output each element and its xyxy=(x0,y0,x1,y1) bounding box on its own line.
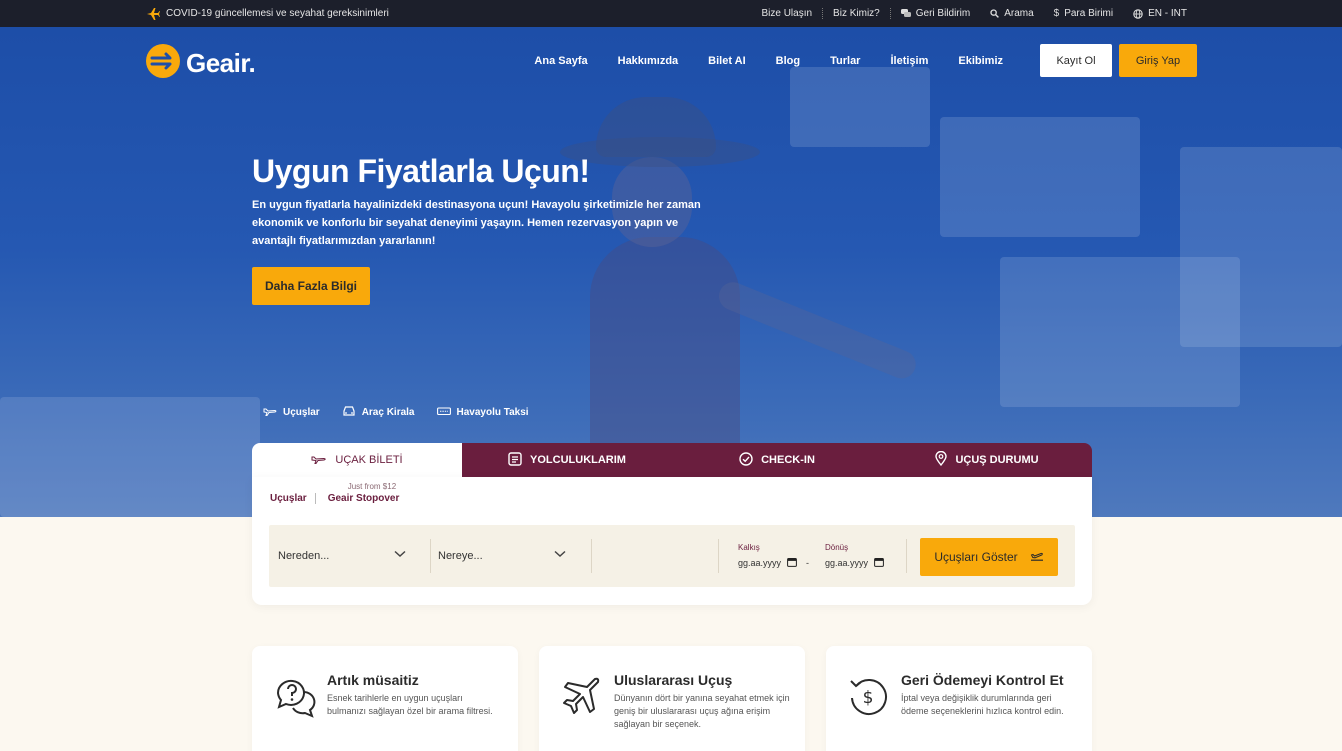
login-button[interactable]: Giriş Yap xyxy=(1119,44,1197,77)
stopover-price-note: Just from $12 xyxy=(347,482,397,491)
logo-icon xyxy=(146,44,180,83)
nav-ticket-ai[interactable]: Bilet AI xyxy=(693,54,761,68)
globe-icon xyxy=(1133,8,1143,19)
hero-title: Uygun Fiyatlarla Uçun! xyxy=(252,153,590,189)
svg-text:$: $ xyxy=(863,688,874,708)
hero-person-hat xyxy=(596,97,716,157)
subtab-stopover[interactable]: Just from $12 Geair Stopover xyxy=(316,482,400,504)
flight-search-row: Nereden... Nereye... Kalkış gg.aa.yyyy -… xyxy=(269,525,1075,587)
background-building xyxy=(1180,147,1342,347)
from-select[interactable]: Nereden... xyxy=(278,539,406,573)
brand-name: Geair. xyxy=(186,48,256,78)
tab-check-in[interactable]: CHECK-IN xyxy=(672,443,882,477)
background-building xyxy=(940,117,1140,237)
check-circle-icon xyxy=(739,451,753,469)
refund-icon: $ xyxy=(848,676,888,721)
feature-card-international[interactable]: Uluslararası Uçuş Dünyanın dört bir yanı… xyxy=(539,646,805,751)
return-label: Dönüş xyxy=(825,543,849,552)
show-flights-button[interactable]: Uçuşları Göster xyxy=(920,538,1058,576)
calendar-icon[interactable] xyxy=(874,557,884,569)
travel-modes: Uçuşlar Araç Kirala Havayolu Taksi xyxy=(263,405,529,420)
airplane-icon xyxy=(561,676,601,721)
nav-team[interactable]: Ekibimiz xyxy=(943,54,1018,68)
divider xyxy=(906,539,907,573)
nav-about[interactable]: Hakkımızda xyxy=(603,54,694,68)
takeoff-icon xyxy=(1030,550,1044,564)
return-date-input[interactable]: gg.aa.yyyy xyxy=(825,557,884,569)
feedback-link[interactable]: Geri Bildirim xyxy=(891,8,980,19)
nav-blog[interactable]: Blog xyxy=(761,54,815,68)
to-placeholder: Nereye... xyxy=(438,550,483,562)
hero-description: En uygun fiyatlarla hayalinizdeki destin… xyxy=(252,199,701,247)
main-nav: Ana Sayfa Hakkımızda Bilet AI Blog Turla… xyxy=(519,54,1018,68)
brand-logo[interactable]: Geair. xyxy=(146,44,256,83)
calendar-icon[interactable] xyxy=(787,557,797,569)
covid-notice-text: COVID-19 güncellemesi ve seyahat gereksi… xyxy=(166,8,389,19)
background-building xyxy=(790,67,930,147)
nav-tours[interactable]: Turlar xyxy=(815,54,875,68)
search-link[interactable]: Arama xyxy=(980,8,1043,19)
taxi-icon xyxy=(436,406,451,419)
tab-flight-status[interactable]: UÇUŞ DURUMU xyxy=(882,443,1092,477)
covid-notice[interactable]: COVID-19 güncellemesi ve seyahat gereksi… xyxy=(146,0,389,27)
depart-date-input[interactable]: gg.aa.yyyy xyxy=(738,557,797,569)
top-bar: COVID-19 güncellemesi ve seyahat gereksi… xyxy=(0,0,1342,27)
search-icon xyxy=(990,9,1000,18)
contact-link[interactable]: Bize Ulaşın xyxy=(751,8,822,19)
feature-title: Artık müsaitiz xyxy=(327,672,419,688)
booking-tabs: UÇAK BİLETİ YOLCULUKLARIM CHECK-IN UÇUŞ … xyxy=(252,443,1092,477)
subtab-flights[interactable]: Uçuşlar xyxy=(270,493,316,504)
feature-title: Geri Ödemeyi Kontrol Et xyxy=(901,672,1064,688)
depart-label: Kalkış xyxy=(738,543,760,552)
plane-icon xyxy=(146,7,160,20)
feature-title: Uluslararası Uçuş xyxy=(614,672,733,688)
chevron-down-icon xyxy=(394,549,406,561)
feature-card-available[interactable]: Artık müsaitiz Esnek tarihlerle en uygun… xyxy=(252,646,518,751)
mode-car-rental[interactable]: Araç Kirala xyxy=(342,405,415,420)
to-select[interactable]: Nereye... xyxy=(438,539,566,573)
divider xyxy=(591,539,592,573)
list-icon xyxy=(508,451,522,469)
tab-flight-ticket[interactable]: UÇAK BİLETİ xyxy=(252,443,462,477)
learn-more-button[interactable]: Daha Fazla Bilgi xyxy=(252,267,370,305)
plane-icon xyxy=(311,454,327,467)
car-icon xyxy=(342,405,356,420)
chat-icon xyxy=(900,9,911,18)
chevron-down-icon xyxy=(554,549,566,561)
booking-subtabs: Uçuşlar Just from $12 Geair Stopover xyxy=(270,482,400,504)
background-building xyxy=(0,397,260,517)
about-link[interactable]: Biz Kimiz? xyxy=(823,8,890,19)
currency-link[interactable]: $ Para Birimi xyxy=(1044,8,1123,19)
register-button[interactable]: Kayıt Ol xyxy=(1040,44,1112,77)
nav-home[interactable]: Ana Sayfa xyxy=(519,54,602,68)
feature-description: İptal veya değişiklik durumlarında geri … xyxy=(901,693,1064,716)
dollar-icon: $ xyxy=(1053,8,1060,19)
tab-my-trips[interactable]: YOLCULUKLARIM xyxy=(462,443,672,477)
divider xyxy=(718,539,719,573)
feature-description: Dünyanın dört bir yanına seyahat etmek i… xyxy=(614,693,790,729)
language-link[interactable]: EN - INT xyxy=(1123,8,1197,19)
feature-card-refund[interactable]: $ Geri Ödemeyi Kontrol Et İptal veya değ… xyxy=(826,646,1092,751)
chat-question-icon xyxy=(274,676,316,723)
from-placeholder: Nereden... xyxy=(278,550,330,562)
booking-card: Uçuşlar Just from $12 Geair Stopover Ner… xyxy=(252,477,1092,605)
divider xyxy=(430,539,431,573)
feature-description: Esnek tarihlerle en uygun uçuşları bulma… xyxy=(327,693,493,716)
date-separator: - xyxy=(806,558,809,568)
plane-icon xyxy=(263,406,277,419)
hero-person-arm xyxy=(714,278,920,383)
nav-contact[interactable]: İletişim xyxy=(875,54,943,68)
location-icon xyxy=(935,450,948,469)
mode-air-taxi[interactable]: Havayolu Taksi xyxy=(436,405,529,420)
mode-flights[interactable]: Uçuşlar xyxy=(263,405,320,420)
